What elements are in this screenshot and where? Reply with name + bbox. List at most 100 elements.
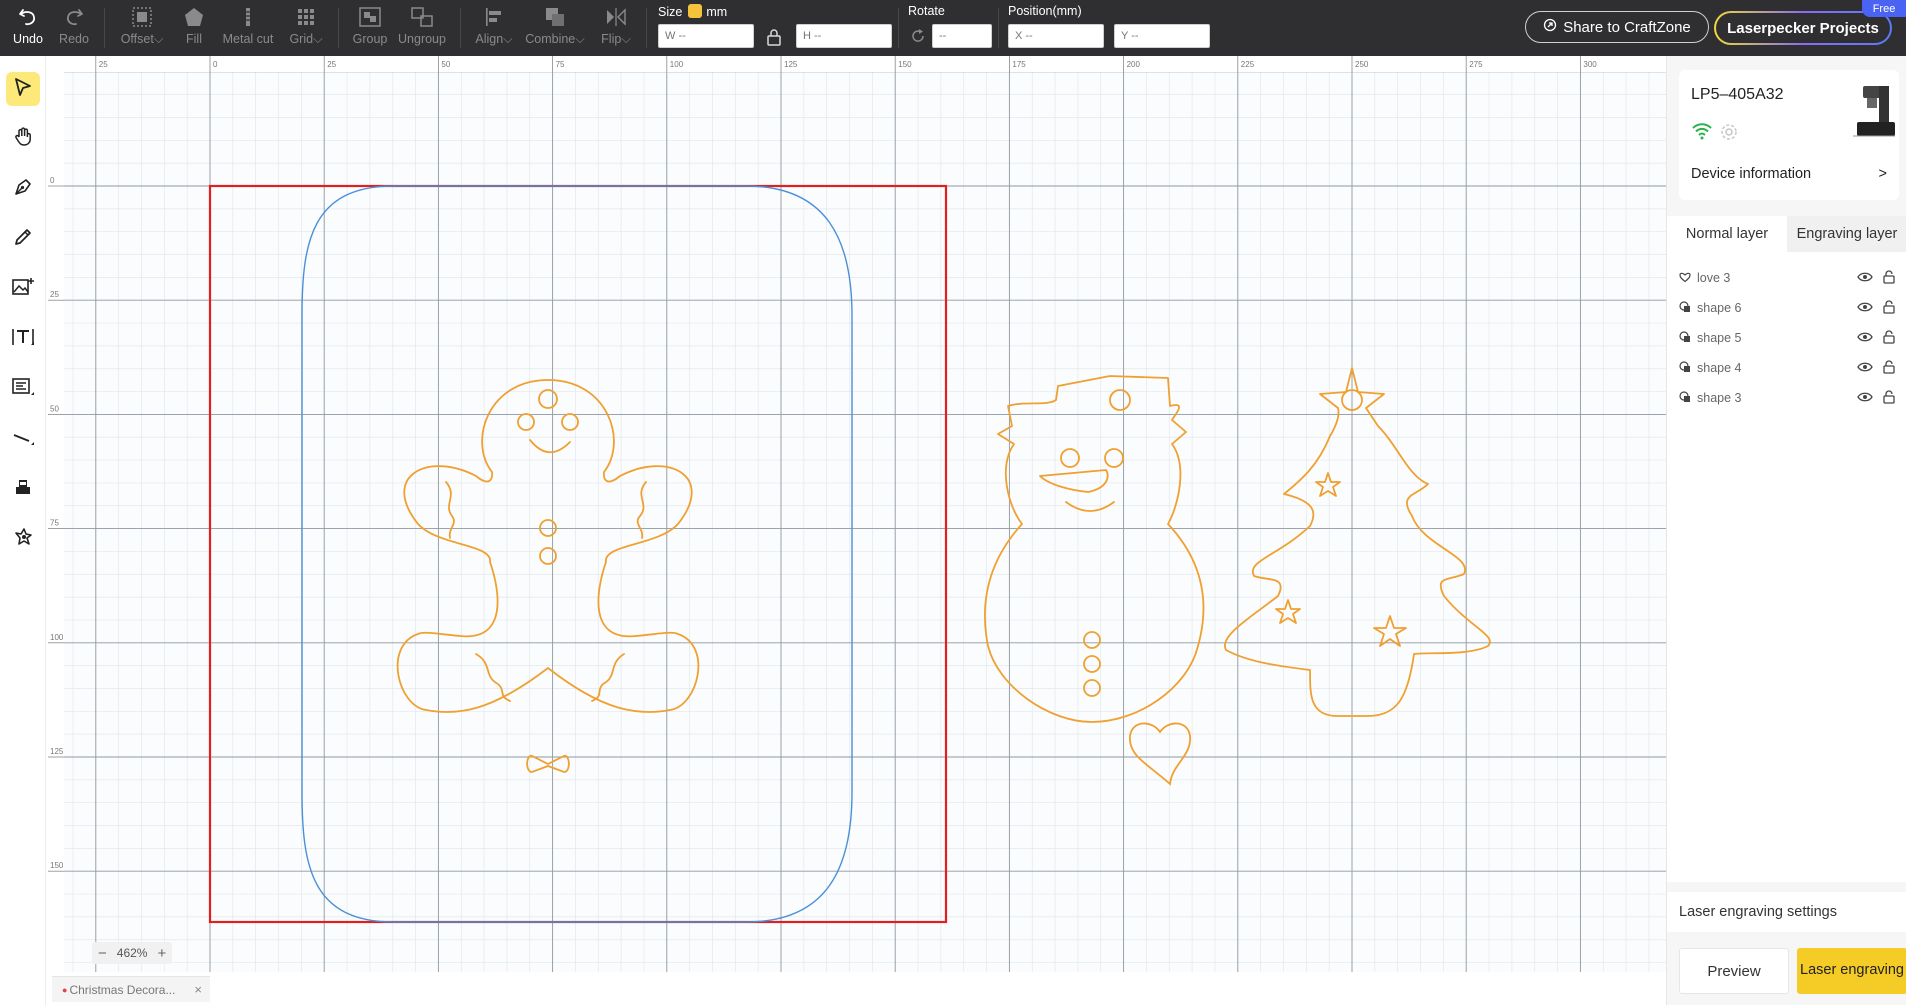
share-craftzone-button[interactable]: Share to CraftZone [1525, 11, 1709, 43]
magic-wand-icon [12, 526, 34, 553]
laser-engraving-button[interactable]: Laser engraving [1797, 948, 1906, 994]
eye-icon[interactable] [1857, 271, 1873, 286]
share-icon [1543, 18, 1557, 36]
text-box-tool[interactable] [6, 372, 40, 406]
unlock-icon[interactable] [1883, 269, 1895, 287]
redo-icon [63, 4, 85, 30]
hand-icon [12, 126, 34, 153]
device-information-link[interactable]: Device information > [1691, 166, 1887, 182]
rotate-icon[interactable] [910, 28, 926, 49]
position-x-input[interactable] [1008, 24, 1104, 48]
position-y-input[interactable] [1114, 24, 1210, 48]
undo-button[interactable]: Undo [10, 4, 46, 52]
document-tab[interactable]: ● Christmas Decora... × [52, 976, 210, 1002]
ungroup-button[interactable]: Ungroup [396, 4, 448, 52]
hand-tool[interactable] [6, 122, 40, 156]
ruler-label: 175 [1012, 60, 1026, 69]
layer-item[interactable]: shape 3 [1679, 386, 1895, 410]
device-name: LP5–405A32 [1691, 86, 1784, 103]
ruler-label: 50 [50, 404, 59, 413]
flip-label: Flip⌵ [601, 32, 631, 46]
unlock-icon[interactable] [1883, 299, 1895, 317]
ruler-label: 100 [670, 60, 684, 69]
christmas-tree-shape[interactable] [1223, 367, 1491, 717]
rotate-input[interactable] [932, 24, 992, 48]
eye-icon[interactable] [1857, 301, 1873, 316]
eye-icon[interactable] [1857, 361, 1873, 376]
canvas-drawing[interactable]: 25 0 25 50 75 100 125 150 175 200 225 250 275 3000255… [48, 56, 1666, 972]
pen-tool[interactable] [6, 172, 40, 206]
zoom-level: 462% [116, 946, 148, 960]
width-input[interactable] [658, 24, 754, 48]
pencil-tool[interactable] [6, 222, 40, 256]
select-tool[interactable] [6, 72, 40, 106]
layer-item[interactable]: shape 5 [1679, 326, 1895, 350]
tab-engraving-layer[interactable]: Engraving layer [1787, 216, 1906, 252]
unlock-icon[interactable] [1883, 389, 1895, 407]
layer-item[interactable]: shape 6 [1679, 296, 1895, 320]
layer-item[interactable]: shape 4 [1679, 356, 1895, 380]
ruler-label: 25 [327, 60, 336, 69]
eye-icon[interactable] [1857, 331, 1873, 346]
grid-button[interactable]: Grid⌵ [286, 4, 326, 52]
ruler-label: 25 [50, 290, 59, 299]
cursor-arrow-icon [12, 76, 34, 103]
toolbar-divider [646, 8, 647, 48]
metal-cut-button[interactable]: Metal cut [220, 4, 276, 52]
shape-icon [1679, 330, 1691, 346]
unlock-icon[interactable] [1883, 329, 1895, 347]
align-button[interactable]: Align⌵ [472, 4, 516, 52]
laserpecker-projects-button[interactable]: Laserpecker Projects [1714, 11, 1892, 45]
line-tool[interactable] [6, 422, 40, 456]
offset-icon [131, 4, 153, 30]
text-tool[interactable] [6, 322, 40, 356]
zoom-control: − 462% + [92, 942, 173, 964]
offset-label: Offset⌵ [120, 32, 164, 46]
ruler-label: 75 [556, 60, 565, 69]
ruler-label: 125 [784, 60, 798, 69]
layer-item[interactable]: love 3 [1679, 266, 1895, 290]
toolbar-divider [898, 8, 899, 48]
preview-button[interactable]: Preview [1679, 948, 1789, 994]
redo-button[interactable]: Redo [56, 4, 92, 52]
top-toolbar: Undo Redo Offset⌵ Fill Metal cut Grid⌵ G… [0, 0, 1906, 56]
share-label: Share to CraftZone [1563, 18, 1691, 36]
flip-button[interactable]: Flip⌵ [598, 4, 634, 52]
fill-button[interactable]: Fill [180, 4, 208, 52]
redo-label: Redo [59, 32, 89, 46]
offset-button[interactable]: Offset⌵ [116, 4, 168, 52]
unit-label: mm [706, 5, 728, 19]
grid-label: Grid⌵ [289, 32, 323, 46]
unsaved-dot-icon: ● [62, 984, 68, 995]
document-title: Christmas Decora... [69, 982, 176, 997]
zoom-out-button[interactable]: − [98, 945, 107, 962]
rounded-outline-shape[interactable] [301, 185, 853, 923]
stamp-icon [12, 476, 34, 503]
shape-icon [1679, 300, 1691, 316]
zoom-in-button[interactable]: + [157, 945, 166, 962]
tab-normal-layer[interactable]: Normal layer [1667, 216, 1787, 252]
toolbar-divider [998, 8, 999, 48]
gingerbread-man-shape[interactable] [396, 379, 700, 713]
unlock-icon[interactable] [1883, 359, 1895, 377]
combine-label: Combine⌵ [525, 32, 585, 46]
image-tool[interactable] [6, 272, 40, 306]
lock-ratio-icon[interactable] [766, 28, 782, 51]
ruler-label: 150 [898, 60, 912, 69]
close-tab-icon[interactable]: × [194, 982, 202, 997]
ruler-label: 300 [1583, 60, 1597, 69]
height-input[interactable] [796, 24, 892, 48]
device-settings-icon[interactable] [1719, 122, 1739, 147]
layer-tabs: Normal layer Engraving layer [1667, 216, 1906, 252]
group-button[interactable]: Group [350, 4, 390, 52]
combine-button[interactable]: Combine⌵ [524, 4, 586, 52]
stamp-tool[interactable] [6, 472, 40, 506]
design-canvas[interactable]: 25 0 25 50 75 100 125 150 175 200 225 250 275 300 0 25 5… [48, 56, 1666, 972]
eye-icon[interactable] [1857, 391, 1873, 406]
magic-tool[interactable] [6, 522, 40, 556]
unit-toggle-icon[interactable] [688, 4, 703, 18]
heart-shape[interactable] [1129, 722, 1191, 786]
laser-engraving-settings-header[interactable]: Laser engraving settings [1667, 892, 1906, 932]
snowman-shape[interactable] [984, 375, 1205, 723]
bow-tie-shape[interactable] [526, 755, 570, 773]
